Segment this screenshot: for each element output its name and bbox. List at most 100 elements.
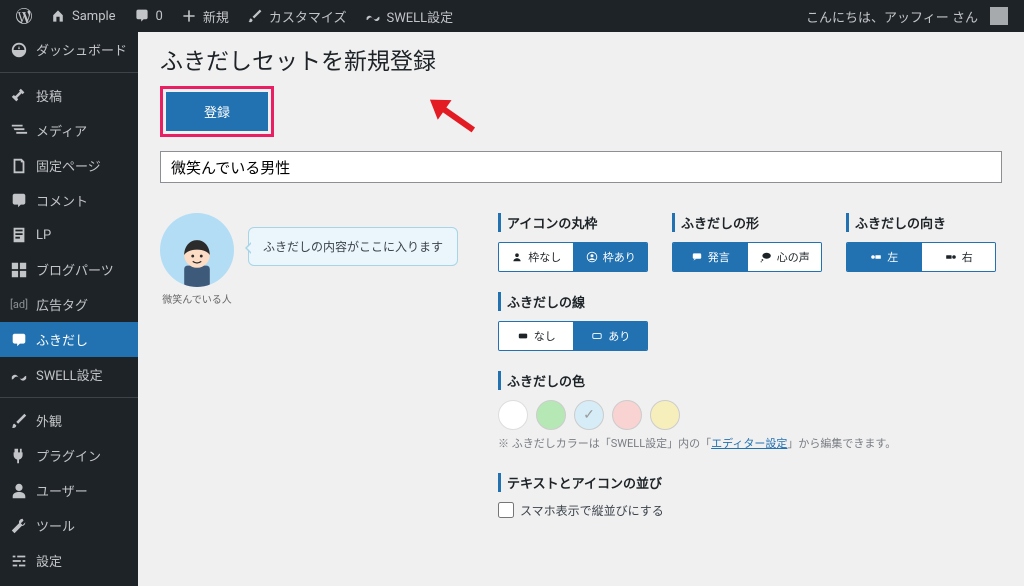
balloon-title-input[interactable] <box>160 151 1002 183</box>
color-swatch-green[interactable] <box>536 400 566 430</box>
sidebar-item-label: プラグイン <box>36 446 101 465</box>
customize-link[interactable]: カスタマイズ <box>239 0 355 32</box>
sidebar-item-label: ブログパーツ <box>36 260 114 279</box>
person-circle-icon <box>585 251 599 263</box>
sidebar-item-plugins[interactable]: プラグイン <box>0 438 138 473</box>
bubble-icon <box>10 331 28 349</box>
color-swatch-blue[interactable] <box>574 400 604 430</box>
setting-label-border: ふきだしの線 <box>498 292 648 311</box>
opt-border-none[interactable]: なし <box>499 322 573 350</box>
annotation-arrow <box>418 80 490 147</box>
sidebar-item-posts[interactable]: 投稿 <box>0 78 138 113</box>
sidebar-item-label: SWELL設定 <box>36 365 103 384</box>
opt-frame-none[interactable]: 枠なし <box>499 243 573 271</box>
doc-icon <box>10 226 28 244</box>
sidebar-item-comments[interactable]: コメント <box>0 183 138 218</box>
media-icon <box>10 122 28 140</box>
swell-link[interactable]: SWELL設定 <box>357 0 462 32</box>
dashboard-icon <box>10 41 28 59</box>
sidebar-item-label: LP <box>36 228 51 243</box>
greeting: こんにちは、アッフィー さん <box>806 7 978 26</box>
swell-icon <box>365 8 381 24</box>
noborder-icon <box>516 330 530 342</box>
opt-frame-yes[interactable]: 枠あり <box>573 243 648 271</box>
avatar-caption: 微笑んでいる人 <box>160 291 234 306</box>
sidebar-item-patterns[interactable]: パターン <box>0 578 138 586</box>
pin-icon <box>10 87 28 105</box>
preview-bubble: ふきだしの内容がここに入ります <box>248 227 458 266</box>
person-icon <box>510 251 524 263</box>
comment-count: 0 <box>156 9 163 24</box>
color-swatch-yellow[interactable] <box>650 400 680 430</box>
shape-toggle: 発言 心の声 <box>672 242 822 272</box>
border-toggle: なし あり <box>498 321 648 351</box>
wrench-icon <box>10 517 28 535</box>
sidebar-item-label: 広告タグ <box>36 295 88 314</box>
sidebar-item-blogparts[interactable]: ブログパーツ <box>0 252 138 287</box>
admin-bar: Sample 0 新規 カスタマイズ SWELL設定 こんにちは、アッフィー さ… <box>0 0 1024 32</box>
sidebar-item-label: 固定ページ <box>36 156 101 175</box>
dir-left-icon <box>869 251 883 263</box>
avatar-image[interactable] <box>160 213 234 287</box>
checkbox-label: スマホ表示で縦並びにする <box>520 502 664 519</box>
setting-label-iconframe: アイコンの丸枠 <box>498 213 648 232</box>
sliders-icon <box>10 552 28 570</box>
color-swatch-red[interactable] <box>612 400 642 430</box>
sidebar-item-fukidashi[interactable]: ふきだし <box>0 322 138 357</box>
sidebar-item-label: メディア <box>36 121 87 140</box>
account-link[interactable]: こんにちは、アッフィー さん <box>798 0 1016 32</box>
setting-label-color: ふきだしの色 <box>498 371 1002 390</box>
register-highlight: 登録 <box>160 86 274 137</box>
sidebar-item-dashboard[interactable]: ダッシュボード <box>0 32 138 67</box>
swell-icon <box>10 366 28 384</box>
brush-icon <box>10 412 28 430</box>
vertical-on-mobile-row[interactable]: スマホ表示で縦並びにする <box>498 502 1002 519</box>
sidebar-item-appearance[interactable]: 外観 <box>0 403 138 438</box>
ad-icon: [ad] <box>10 298 28 311</box>
plus-icon <box>181 8 197 24</box>
register-button[interactable]: 登録 <box>166 92 268 131</box>
opt-dir-right[interactable]: 右 <box>921 243 996 271</box>
sidebar-item-tools[interactable]: ツール <box>0 508 138 543</box>
admin-sidebar: ダッシュボード 投稿 メディア 固定ページ コメント LP ブログパーツ [ad… <box>0 32 138 586</box>
dir-right-icon <box>944 251 958 263</box>
wp-logo[interactable] <box>8 0 40 32</box>
sidebar-item-label: ツール <box>36 516 75 535</box>
sidebar-item-users[interactable]: ユーザー <box>0 473 138 508</box>
opt-shape-think[interactable]: 心の声 <box>747 243 822 271</box>
sidebar-item-label: 投稿 <box>36 86 62 105</box>
comment-icon <box>134 8 150 24</box>
editor-settings-link[interactable]: エディター設定 <box>711 437 787 450</box>
home-icon <box>50 8 66 24</box>
thought-icon <box>759 251 773 263</box>
opt-dir-left[interactable]: 左 <box>847 243 921 271</box>
page-icon <box>10 157 28 175</box>
vertical-on-mobile-checkbox[interactable] <box>498 502 514 518</box>
direction-toggle: 左 右 <box>846 242 996 272</box>
setting-label-align: テキストとアイコンの並び <box>498 473 1002 492</box>
page-title: ふきだしセットを新規登録 <box>160 42 1002 76</box>
color-swatch-white[interactable] <box>498 400 528 430</box>
setting-label-direction: ふきだしの向き <box>846 213 996 232</box>
color-note: ※ ふきだしカラーは「SWELL設定」内の「エディター設定」から編集できます。 <box>498 436 1002 453</box>
comments-link[interactable]: 0 <box>126 0 171 32</box>
sidebar-item-label: 外観 <box>36 411 62 430</box>
sidebar-item-lp[interactable]: LP <box>0 218 138 252</box>
sidebar-item-adtag[interactable]: [ad] 広告タグ <box>0 287 138 322</box>
balloon-preview: 微笑んでいる人 ふきだしの内容がここに入ります <box>160 213 458 306</box>
sidebar-item-settings[interactable]: 設定 <box>0 543 138 578</box>
main-content: ふきだしセットを新規登録 登録 <box>138 32 1024 586</box>
sidebar-item-label: 設定 <box>36 551 62 570</box>
new-label: 新規 <box>203 7 229 26</box>
swell-label: SWELL設定 <box>387 7 454 26</box>
wordpress-icon <box>16 8 32 24</box>
opt-border-yes[interactable]: あり <box>573 322 648 350</box>
grid-icon <box>10 261 28 279</box>
sidebar-item-pages[interactable]: 固定ページ <box>0 148 138 183</box>
new-link[interactable]: 新規 <box>173 0 237 32</box>
sidebar-item-swell[interactable]: SWELL設定 <box>0 357 138 392</box>
site-link[interactable]: Sample <box>42 0 124 32</box>
opt-shape-speak[interactable]: 発言 <box>673 243 747 271</box>
user-icon <box>10 482 28 500</box>
sidebar-item-media[interactable]: メディア <box>0 113 138 148</box>
